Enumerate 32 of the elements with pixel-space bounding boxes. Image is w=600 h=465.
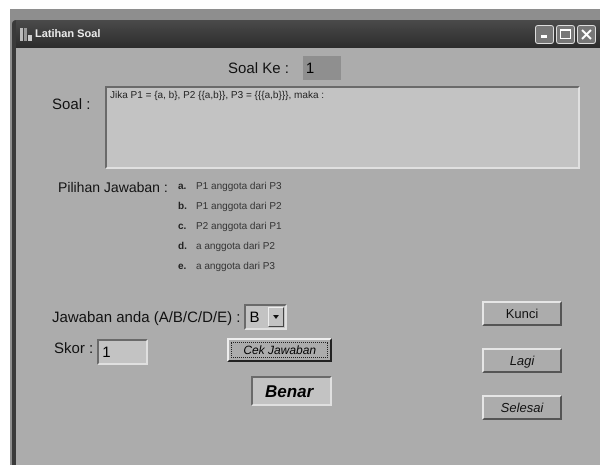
window-title: Latihan Soal — [35, 28, 102, 40]
choice-text: P1 anggota dari P3 — [196, 181, 282, 192]
side-button[interactable]: Lagi — [482, 348, 562, 373]
app-icon — [20, 27, 32, 41]
answer-label: Jawaban anda (A/B/C/D/E) : — [52, 308, 240, 326]
score-label: Skor : — [54, 340, 94, 357]
question-label: Soal : — [52, 96, 92, 113]
question-number-field: 1 — [302, 56, 341, 80]
choice-text: P1 anggota dari P2 — [196, 201, 282, 212]
choice-letter: b. — [178, 201, 188, 212]
caret-icon — [273, 315, 280, 319]
choice-letter: d. — [178, 241, 188, 252]
maximize-button[interactable] — [556, 24, 575, 44]
result-field: Benar — [251, 376, 332, 406]
question-number-label: Soal Ke : — [228, 60, 289, 76]
close-icon — [581, 28, 592, 40]
choice-letter: c. — [178, 221, 188, 232]
check-answer-button[interactable]: Cek Jawaban — [227, 338, 332, 362]
side-button[interactable]: Kunci — [482, 301, 562, 326]
choice-text: a anggota dari P3 — [196, 261, 275, 272]
choice-letter: a. — [178, 181, 188, 192]
choice-text: P2 anggota dari P1 — [196, 221, 282, 232]
choice-letter: e. — [178, 261, 188, 272]
score-field[interactable]: 1 — [97, 339, 148, 365]
answer-dropdown[interactable]: B — [244, 304, 288, 330]
choice-text: a anggota dari P2 — [196, 241, 275, 252]
minimize-button[interactable] — [535, 24, 554, 44]
close-button[interactable] — [577, 24, 596, 44]
choices-label: Pilihan Jawaban : — [58, 179, 169, 195]
maximize-icon — [560, 29, 571, 39]
side-button[interactable]: Selesai — [482, 395, 562, 420]
question-text-area[interactable]: Jika P1 = {a, b}, P2 {{a,b}}, P3 = {{{a,b}}}, maka : — [105, 86, 580, 169]
